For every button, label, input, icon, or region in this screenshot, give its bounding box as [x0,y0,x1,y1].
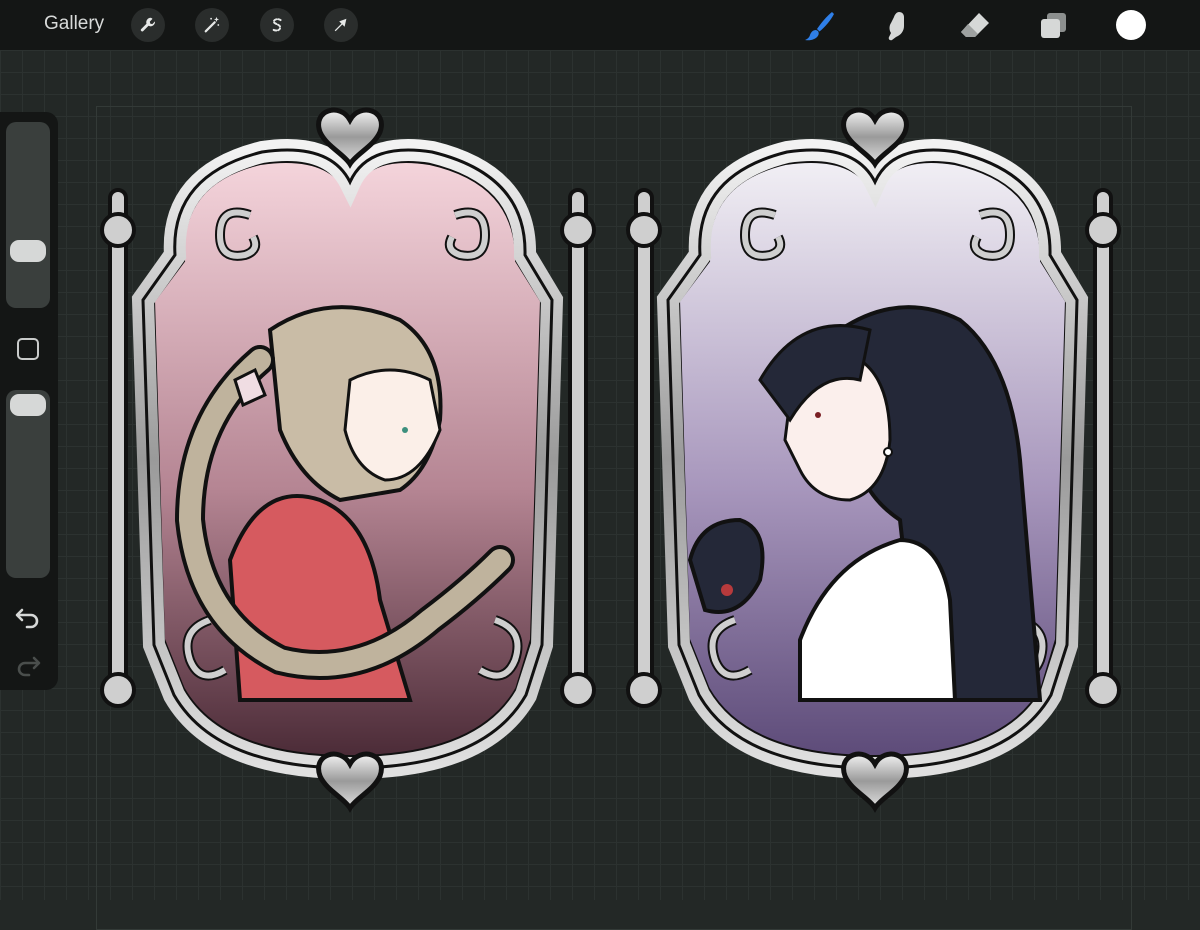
layers-icon [1041,13,1066,38]
portrait-frame-right [626,110,1121,808]
smudge-tool[interactable] [879,8,915,44]
side-toolbar [0,112,58,690]
portrait-frame-left [100,110,596,808]
modify-button[interactable] [17,338,39,360]
layers-tool[interactable] [1035,8,1071,44]
undo-button[interactable] [14,604,42,630]
smudge-icon [888,12,904,41]
redo-icon [17,656,41,677]
eraser-tool[interactable] [957,8,993,44]
brush-size-thumb[interactable] [10,240,46,262]
undo-icon [15,608,39,629]
opacity-slider[interactable] [6,390,50,578]
eraser-icon [961,13,989,37]
transform-button[interactable] [324,8,358,42]
magic-wand-icon [204,16,220,33]
transform-arrow-icon [334,18,347,32]
adjustments-button[interactable] [195,8,229,42]
opacity-thumb[interactable] [10,394,46,416]
redo-button[interactable] [14,652,42,678]
top-toolbar: Gallery [0,0,1200,50]
selection-button[interactable] [260,8,294,42]
artwork-illustration [100,50,1121,900]
gallery-button[interactable]: Gallery [44,13,104,35]
actions-button[interactable] [131,8,165,42]
brush-tool[interactable] [801,8,837,44]
selection-s-icon [271,18,282,32]
wrench-icon [140,17,156,32]
color-picker[interactable] [1116,10,1146,40]
brush-icon [805,12,834,41]
brush-size-slider[interactable] [6,122,50,308]
canvas-area[interactable] [0,50,1200,930]
